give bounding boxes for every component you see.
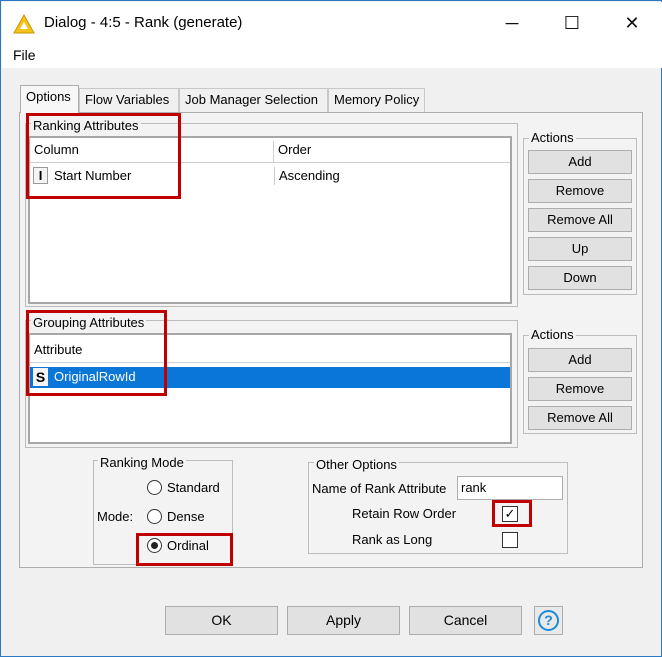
other-options-title: Other Options (314, 457, 399, 472)
grouping-remove-all-button[interactable]: Remove All (528, 406, 632, 430)
radio-dense[interactable]: Dense (147, 507, 237, 527)
help-button[interactable]: ? (534, 606, 563, 635)
highlight-ranking-attributes (26, 113, 181, 199)
help-icon: ? (538, 610, 559, 631)
grouping-remove-button[interactable]: Remove (528, 377, 632, 401)
ranking-remove-button[interactable]: Remove (528, 179, 632, 203)
title-bar: Dialog - 4:5 - Rank (generate) ─ ☐ ✕ (2, 2, 662, 44)
radio-circle[interactable] (147, 509, 162, 524)
apply-button[interactable]: Apply (287, 606, 400, 635)
ranking-actions-title: Actions (529, 130, 576, 145)
rank-attribute-name-label: Name of Rank Attribute (312, 481, 447, 496)
tab-memory-policy[interactable]: Memory Policy (328, 88, 425, 112)
close-icon[interactable]: ✕ (617, 10, 647, 36)
options-panel: Ranking Attributes Column Order I Start … (19, 112, 643, 568)
dense-label: Dense (167, 509, 205, 524)
retain-row-order-label: Retain Row Order (352, 506, 457, 521)
up-button[interactable]: Up (528, 237, 632, 261)
highlight-retain-row-order (492, 500, 532, 527)
rank-as-long-label: Rank as Long (352, 532, 433, 547)
grouping-add-button[interactable]: Add (528, 348, 632, 372)
highlight-ordinal (136, 533, 233, 566)
ascending-cell[interactable]: Ascending (274, 167, 340, 185)
cancel-button[interactable]: Cancel (409, 606, 522, 635)
ranking-add-button[interactable]: Add (528, 150, 632, 174)
rank-as-long-checkbox[interactable] (502, 532, 518, 548)
grouping-actions-title: Actions (529, 327, 576, 342)
radio-circle[interactable] (147, 480, 162, 495)
highlight-grouping-attributes (26, 310, 167, 396)
menu-file[interactable]: File (13, 47, 36, 63)
tab-options[interactable]: Options (20, 85, 79, 113)
dialog-window: Dialog - 4:5 - Rank (generate) ─ ☐ ✕ Fil… (0, 0, 662, 657)
ok-button[interactable]: OK (165, 606, 278, 635)
down-button[interactable]: Down (528, 266, 632, 290)
window-title: Dialog - 4:5 - Rank (generate) (44, 14, 243, 31)
tab-flow-variables[interactable]: Flow Variables (79, 88, 179, 112)
ranking-remove-all-button[interactable]: Remove All (528, 208, 632, 232)
knime-logo-icon (13, 14, 35, 34)
maximize-icon[interactable]: ☐ (557, 10, 587, 36)
minimize-icon[interactable]: ─ (497, 10, 527, 36)
order-header[interactable]: Order (274, 141, 510, 163)
tab-job-manager-selection[interactable]: Job Manager Selection (179, 88, 328, 112)
menu-bar: File (2, 44, 662, 68)
mode-label: Mode: (97, 509, 134, 524)
rank-attribute-name-input[interactable]: rank (457, 476, 563, 500)
radio-standard[interactable]: Standard (147, 478, 237, 498)
ranking-mode-title: Ranking Mode (98, 455, 186, 470)
standard-label: Standard (167, 480, 220, 495)
